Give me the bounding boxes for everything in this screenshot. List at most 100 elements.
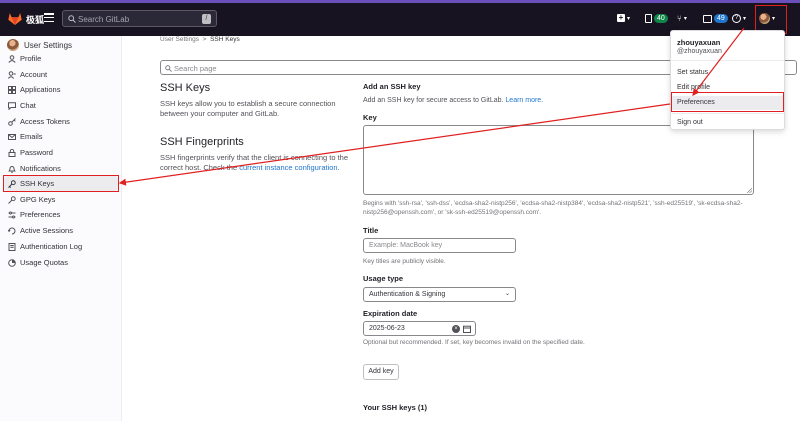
sidebar-item-access-tokens[interactable]: Access Tokens (4, 114, 118, 129)
sidebar-item-authentication-log[interactable]: Authentication Log (4, 239, 118, 254)
help-button[interactable]: ? ▾ (732, 14, 746, 23)
key-textarea[interactable] (363, 125, 754, 195)
usage-type-label: Usage type (363, 274, 404, 283)
account-icon (8, 70, 16, 79)
sidebar-item-label: Emails (20, 132, 43, 141)
your-ssh-keys-heading: Your SSH keys (1) (363, 403, 428, 412)
plus-icon: + (617, 13, 625, 22)
chat-icon (8, 101, 16, 110)
search-icon (68, 15, 76, 23)
key-label: Key (363, 113, 377, 122)
sign-out-item[interactable]: Sign out (671, 116, 784, 130)
sidebar-item-label: GPG Keys (20, 195, 56, 204)
logo-text: 极狐 (26, 15, 45, 25)
sessions-icon (8, 227, 16, 234)
usage-type-value: Authentication & Signing (369, 291, 446, 298)
sidebar-title: User Settings (24, 40, 73, 50)
sidebar-item-chat[interactable]: Chat (4, 98, 118, 113)
title-help-text: Key titles are publicly visible. (363, 258, 446, 265)
breadcrumb-current: SSH Keys (210, 36, 240, 43)
avatar (7, 39, 19, 51)
sidebar-item-label: Active Sessions (20, 226, 73, 235)
sidebar-item-preferences[interactable]: Preferences (4, 207, 118, 222)
notifications-icon (8, 165, 16, 173)
dropdown-divider (671, 60, 784, 61)
clear-icon[interactable]: × (452, 325, 460, 333)
sidebar-item-active-sessions[interactable]: Active Sessions (4, 223, 118, 238)
sidebar-item-label: Profile (20, 54, 42, 63)
set-status-item[interactable]: Set status (671, 66, 784, 80)
sidebar-item-label: Notifications (20, 164, 61, 173)
expiration-help-text: Optional but recommended. If set, key be… (363, 339, 585, 346)
sidebar-item-emails[interactable]: Emails (4, 129, 118, 144)
sidebar-item-label: Account (20, 70, 48, 79)
expiration-date-input[interactable]: 2025-06-23 × (363, 321, 476, 336)
main-menu-icon[interactable] (44, 13, 54, 23)
issues-icon (645, 14, 652, 23)
sidebar-item-password[interactable]: Password (4, 145, 118, 160)
todo-icon (703, 14, 712, 23)
mail-icon (8, 133, 16, 140)
create-new-button[interactable]: + ▾ (617, 14, 630, 22)
expiration-date-label: Expiration date (363, 309, 418, 318)
add-ssh-key-description: Add an SSH key for secure access to GitL… (363, 96, 543, 105)
gpg-key-icon (8, 195, 16, 204)
page-search-placeholder: Search page (174, 64, 217, 73)
user-menu-dropdown: zhouyaxuan @zhouyaxuan Set status Edit p… (670, 30, 785, 130)
sidebar-item-label: Password (20, 148, 53, 157)
dropdown-username[interactable]: @zhouyaxuan (677, 48, 722, 55)
ssh-keys-description: SSH keys allow you to establish a secure… (160, 99, 336, 118)
chevron-down-icon: ▾ (743, 16, 747, 22)
search-placeholder: Search GitLab (78, 15, 130, 24)
dropdown-user-name[interactable]: zhouyaxuan (677, 38, 720, 47)
preferences-icon (8, 211, 16, 218)
title-label: Title (363, 226, 379, 235)
resize-handle-icon[interactable] (747, 188, 752, 193)
instance-configuration-link[interactable]: current instance configuration (239, 163, 337, 172)
sidebar-item-gpg-keys[interactable]: GPG Keys (4, 192, 118, 207)
breadcrumb-separator: > (200, 36, 209, 43)
add-ssh-key-heading: Add an SSH key (363, 82, 421, 91)
fingerprints-text-end: . (337, 163, 340, 172)
sidebar-item-usage-quotas[interactable]: Usage Quotas (4, 255, 118, 270)
search-shortcut-key: / (202, 14, 211, 24)
todos-button[interactable]: 49 (703, 14, 728, 23)
breadcrumb: User Settings > SSH Keys (160, 36, 240, 43)
global-search-input[interactable]: Search GitLab / (62, 10, 217, 27)
add-key-button[interactable]: Add key (363, 364, 399, 380)
quota-icon (8, 258, 16, 267)
sidebar-item-notifications[interactable]: Notifications (4, 161, 118, 176)
chevron-down-icon: ▾ (683, 16, 687, 22)
key-help-text: Begins with 'ssh-rsa', 'ssh-dss', 'ecdsa… (363, 200, 743, 216)
search-icon (165, 65, 172, 72)
chevron-down-icon: ▾ (627, 15, 631, 22)
sidebar-item-applications[interactable]: Applications (4, 82, 118, 97)
sidebar-item-account[interactable]: Account (4, 67, 118, 82)
token-icon (8, 117, 16, 126)
usage-type-select[interactable]: Authentication & Signing ⌄ (363, 287, 516, 302)
annotation-box-preferences (671, 92, 784, 112)
issues-button[interactable]: 40 (645, 14, 668, 23)
log-icon (8, 242, 16, 251)
merge-requests-button[interactable]: ⑂ ▾ (677, 14, 687, 23)
breadcrumb-parent[interactable]: User Settings (160, 36, 199, 43)
expiration-date-value: 2025-06-23 (369, 325, 405, 332)
sidebar-item-label: Usage Quotas (20, 258, 68, 267)
applications-icon (8, 85, 16, 94)
sidebar-item-label: Preferences (20, 210, 61, 219)
todo-count-badge: 49 (714, 14, 728, 23)
calendar-icon[interactable] (463, 325, 471, 333)
ssh-fingerprints-description: SSH fingerprints verify that the client … (160, 153, 355, 173)
help-icon: ? (732, 14, 741, 23)
chevron-down-icon: ⌄ (504, 291, 510, 297)
merge-request-icon: ⑂ (677, 14, 682, 23)
sidebar-item-label: Authentication Log (20, 242, 83, 251)
sidebar-item-profile[interactable]: Profile (4, 51, 118, 66)
profile-icon (8, 54, 16, 63)
title-input[interactable]: Example: MacBook key (363, 238, 516, 253)
ssh-keys-heading: SSH Keys (160, 82, 211, 94)
sidebar-item-label: Chat (20, 101, 36, 110)
add-key-text: Add an SSH key for secure access to GitL… (363, 97, 506, 104)
learn-more-link[interactable]: Learn more. (505, 97, 543, 104)
gitlab-logo-icon[interactable] (8, 12, 22, 25)
